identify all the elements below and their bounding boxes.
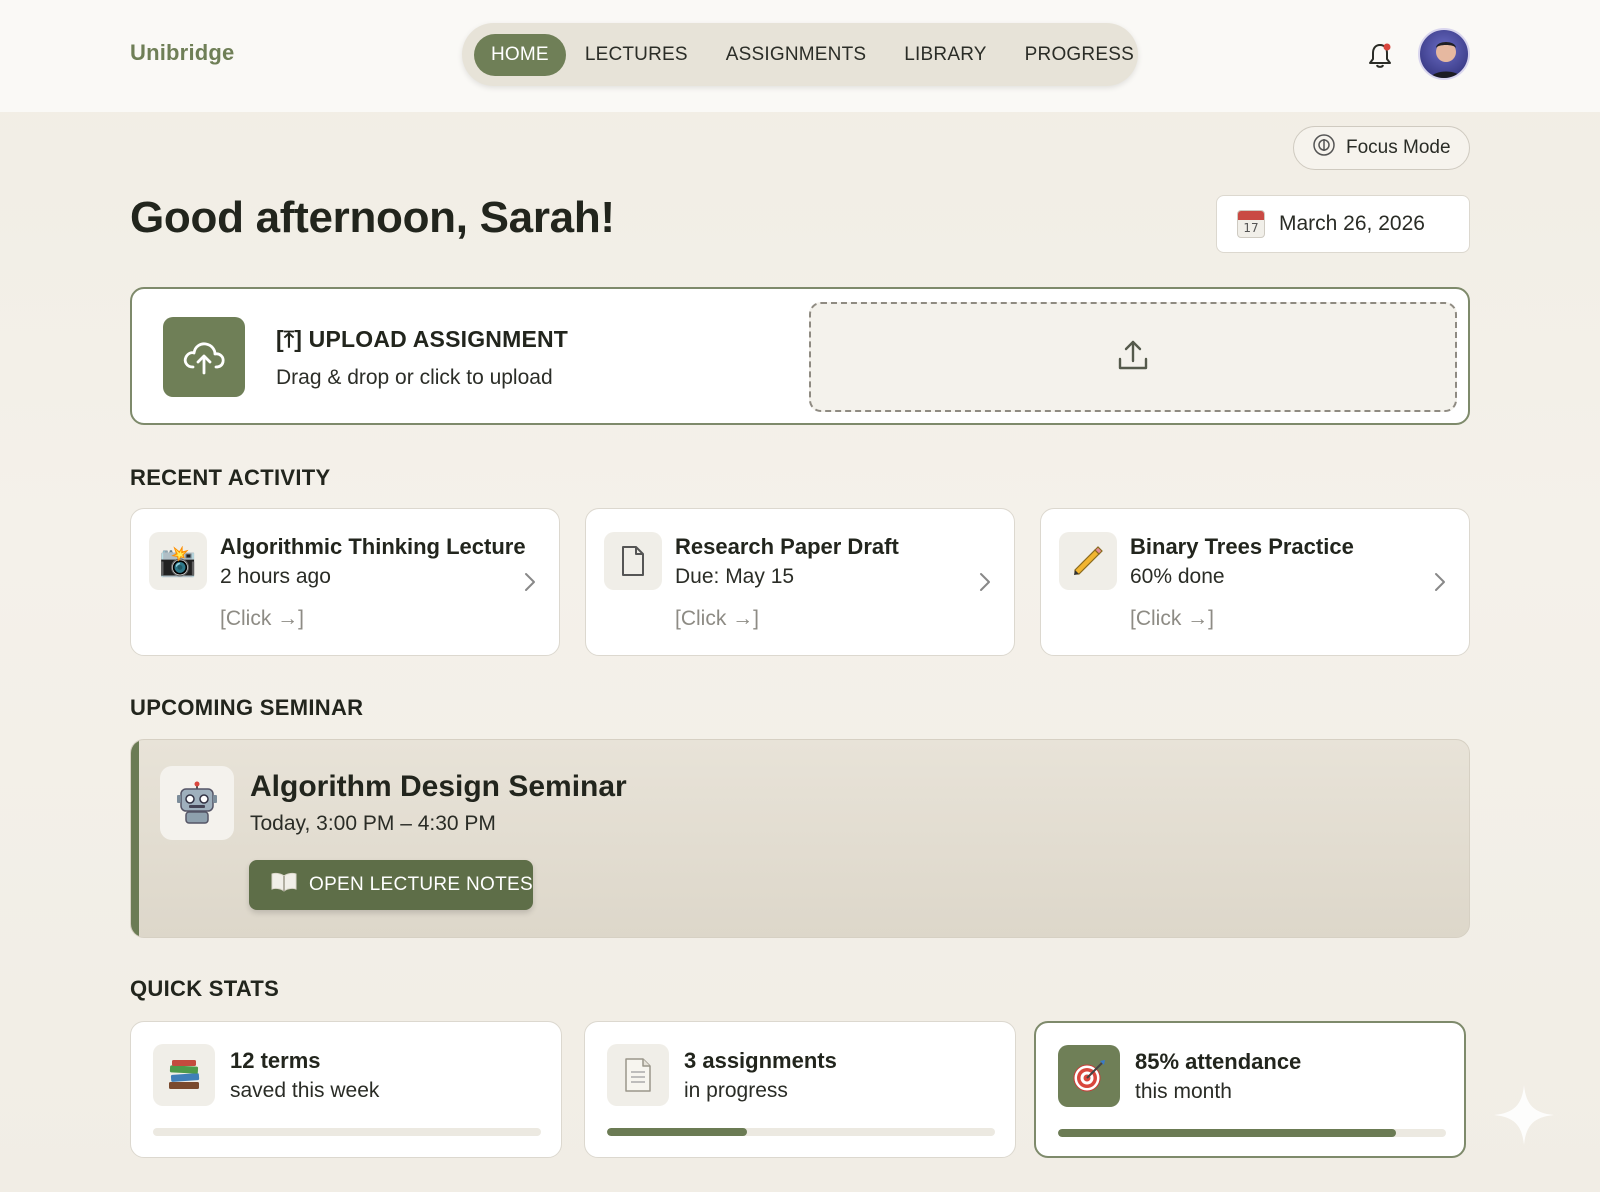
stat-title: 12 terms (230, 1048, 321, 1073)
robot-icon (160, 766, 234, 840)
seminar-card: Algorithm Design Seminar Today, 3:00 PM … (130, 739, 1470, 938)
stat-progress-bar (607, 1128, 995, 1136)
main-nav: HOME LECTURES ASSIGNMENTS LIBRARY PROGRE… (462, 23, 1138, 86)
stat-card-attendance[interactable]: 85% attendance this month (1034, 1021, 1466, 1158)
document-icon (604, 532, 662, 590)
chevron-right-icon (978, 571, 992, 593)
stat-card-assignments[interactable]: 3 assignments in progress (584, 1021, 1016, 1158)
nav-assignments[interactable]: ASSIGNMENTS (707, 34, 886, 76)
nav-library[interactable]: LIBRARY (885, 34, 1005, 76)
date-display[interactable]: 17 March 26, 2026 (1216, 195, 1470, 253)
activity-card[interactable]: 📸 Algorithmic Thinking Lecture 2 hours a… (130, 508, 560, 656)
camera-icon: 📸 (149, 532, 207, 590)
greeting-heading: Good afternoon, Sarah! (130, 193, 615, 242)
target-icon (1058, 1045, 1120, 1107)
activity-link[interactable]: [Click →] (220, 607, 304, 631)
activity-title: Research Paper Draft (675, 534, 899, 559)
upload-assignment-card[interactable]: [⤒] UPLOAD ASSIGNMENT Drag & drop or cli… (130, 287, 1470, 425)
brand-logo[interactable]: Unibridge (130, 40, 234, 66)
nav-home[interactable]: HOME (474, 33, 566, 76)
date-label: March 26, 2026 (1279, 212, 1425, 235)
top-bar: Unibridge HOME LECTURES ASSIGNMENTS LIBR… (0, 0, 1600, 112)
upload-dropzone[interactable] (809, 302, 1457, 412)
seminar-title: Algorithm Design Seminar (250, 770, 627, 803)
activity-subtitle: 60% done (1130, 565, 1225, 588)
stat-progress-fill (607, 1128, 747, 1136)
activity-card[interactable]: Research Paper Draft Due: May 15 [Click … (585, 508, 1015, 656)
stat-progress-bar (1058, 1129, 1446, 1137)
stat-subtitle: this month (1135, 1080, 1232, 1103)
book-icon (271, 872, 297, 898)
seminar-time: Today, 3:00 PM – 4:30 PM (250, 812, 496, 835)
calendar-icon: 17 (1237, 210, 1265, 238)
nav-lectures[interactable]: LECTURES (566, 34, 707, 76)
upcoming-seminar-heading: UPCOMING SEMINAR (130, 695, 364, 720)
stat-progress-fill (1058, 1129, 1396, 1137)
stat-subtitle: saved this week (230, 1079, 380, 1102)
recent-activity-heading: RECENT ACTIVITY (130, 465, 331, 490)
activity-link[interactable]: [Click →] (1130, 607, 1214, 631)
nav-progress[interactable]: PROGRESS (1006, 34, 1153, 76)
upload-title: [⤒] UPLOAD ASSIGNMENT (276, 326, 569, 352)
chevron-right-icon (1433, 571, 1447, 593)
cloud-upload-icon (163, 317, 245, 397)
chevron-right-icon (523, 571, 537, 593)
user-avatar[interactable] (1418, 28, 1470, 80)
stat-title: 3 assignments (684, 1048, 837, 1073)
focus-mode-label: Focus Mode (1346, 137, 1451, 158)
stat-progress-bar (153, 1128, 541, 1136)
open-lecture-notes-button[interactable]: OPEN LECTURE NOTES (249, 860, 533, 910)
quick-stats-heading: QUICK STATS (130, 976, 280, 1001)
upload-subtitle: Drag & drop or click to upload (276, 366, 553, 389)
focus-icon (1312, 133, 1336, 163)
activity-link[interactable]: [Click →] (675, 607, 759, 631)
stat-title: 85% attendance (1135, 1049, 1302, 1074)
activity-subtitle: Due: May 15 (675, 565, 795, 588)
seminar-accent-bar (131, 740, 139, 937)
page-icon (607, 1044, 669, 1106)
focus-mode-button[interactable]: Focus Mode (1293, 126, 1470, 170)
books-icon (153, 1044, 215, 1106)
activity-title: Algorithmic Thinking Lecture (220, 534, 526, 559)
stat-card-terms[interactable]: 12 terms saved this week (130, 1021, 562, 1158)
stat-subtitle: in progress (684, 1079, 788, 1102)
bell-icon[interactable] (1367, 42, 1393, 70)
sparkle-icon (1492, 1083, 1556, 1147)
open-lecture-notes-label: OPEN LECTURE NOTES (309, 874, 533, 895)
pencil-icon (1059, 532, 1117, 590)
activity-card[interactable]: Binary Trees Practice 60% done [Click →] (1040, 508, 1470, 656)
activity-subtitle: 2 hours ago (220, 565, 331, 588)
activity-title: Binary Trees Practice (1130, 534, 1354, 559)
upload-arrow-icon (1115, 337, 1151, 378)
